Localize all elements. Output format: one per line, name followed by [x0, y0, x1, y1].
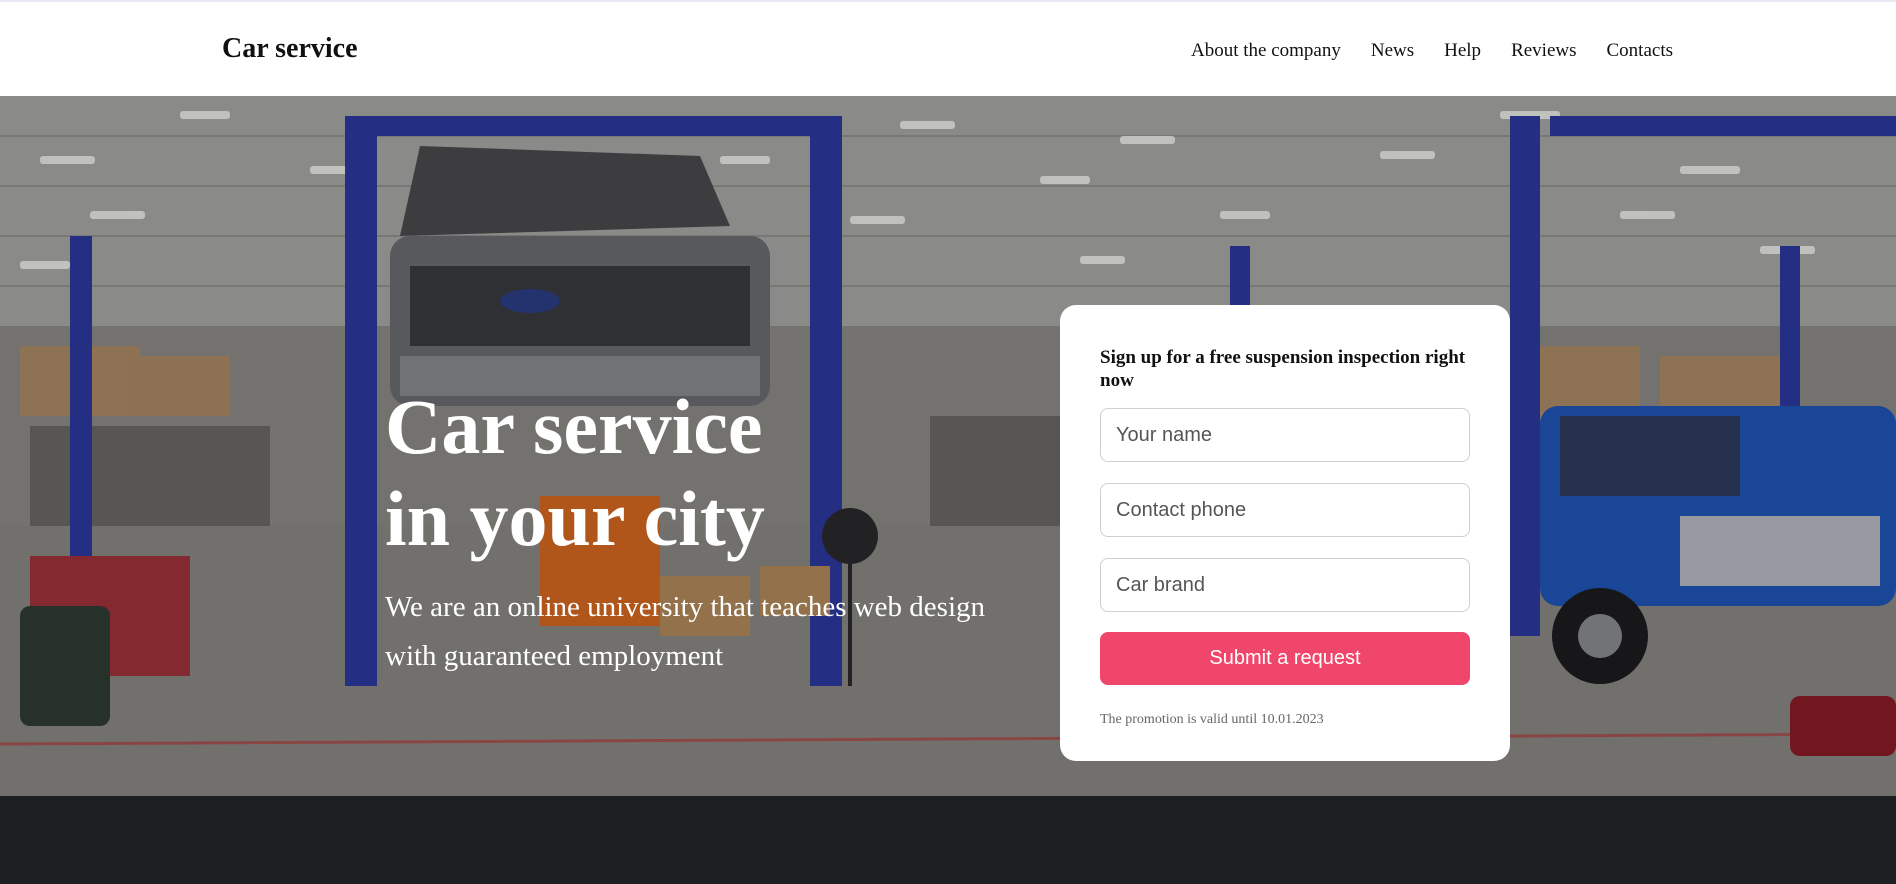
hero-title-line2: in your city [385, 475, 765, 562]
nav-reviews[interactable]: Reviews [1511, 40, 1576, 62]
nav-news[interactable]: News [1371, 40, 1414, 62]
site-logo[interactable]: Car service [222, 33, 358, 65]
nav-about[interactable]: About the company [1191, 40, 1341, 62]
nav-help[interactable]: Help [1444, 40, 1481, 62]
submit-request-button[interactable]: Submit a request [1100, 632, 1470, 685]
car-brand-input[interactable] [1100, 558, 1470, 612]
hero-subtitle: We are an online university that teaches… [385, 591, 986, 672]
hero-dim-overlay [0, 96, 1896, 884]
nav-contacts[interactable]: Contacts [1607, 40, 1674, 62]
name-input[interactable] [1100, 408, 1470, 462]
promo-note: The promotion is valid until 10.01.2023 [1100, 712, 1324, 727]
site-header: Car service About the company News Help … [0, 2, 1896, 96]
hero-title-line1: Car service [385, 383, 763, 470]
hero-title: Car service in your city [385, 381, 765, 565]
phone-input[interactable] [1100, 483, 1470, 537]
form-title: Sign up for a free suspension inspection… [1100, 347, 1466, 391]
signup-form-card: Sign up for a free suspension inspection… [1060, 305, 1510, 761]
hero-section: Car service in your city We are an onlin… [0, 96, 1896, 884]
main-nav: About the company News Help Reviews Cont… [1191, 40, 1673, 62]
